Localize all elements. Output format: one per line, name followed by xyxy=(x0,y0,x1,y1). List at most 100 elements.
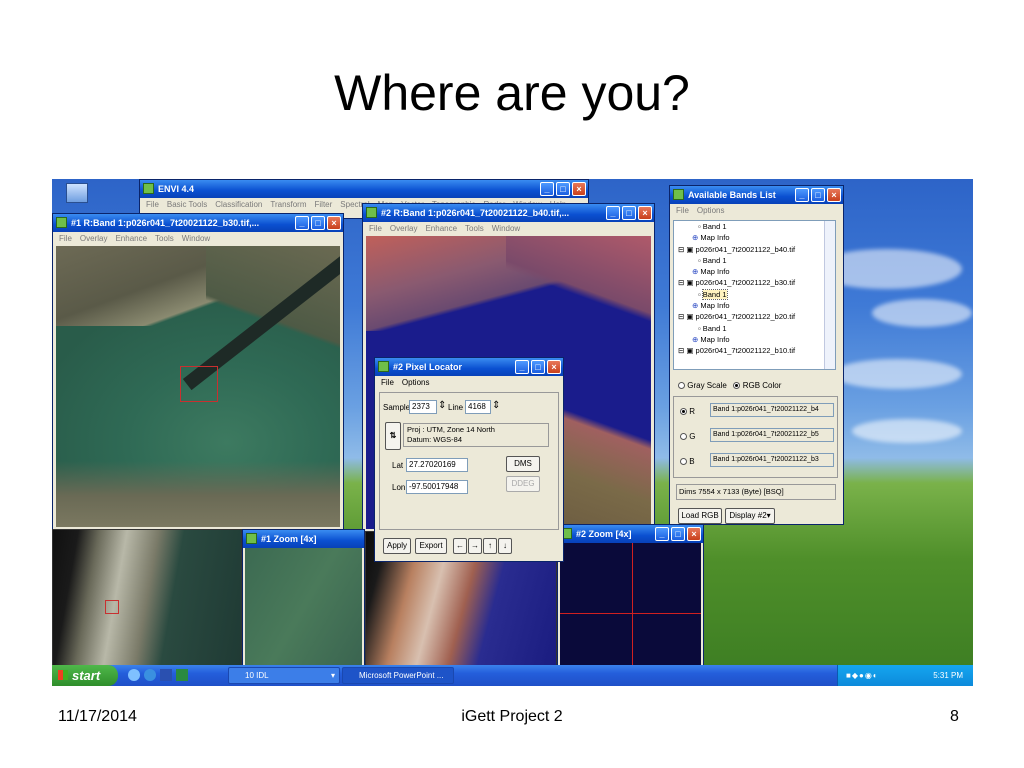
tree-item[interactable]: ▫ Band 1 xyxy=(674,221,835,232)
b-radio[interactable] xyxy=(680,458,687,466)
menu-overlay[interactable]: Overlay xyxy=(390,224,418,233)
menu-overlay[interactable]: Overlay xyxy=(80,234,108,243)
line-input[interactable]: 4168 xyxy=(465,400,491,414)
apply-button[interactable]: Apply xyxy=(383,538,411,554)
menu-file[interactable]: File xyxy=(146,200,159,209)
display2-titlebar[interactable]: #2 R:Band 1:p026r041_7t20021122_b40.tif,… xyxy=(363,204,654,222)
maximize-button[interactable]: □ xyxy=(811,188,825,202)
tree-item-selected[interactable]: ▫ Band 1 xyxy=(674,288,835,300)
zoom2-window[interactable]: #2 Zoom [4x] _ □ × xyxy=(557,524,704,669)
tree-item[interactable]: ⊕ Map Info xyxy=(674,232,835,243)
sample-input[interactable]: 2373 xyxy=(409,400,437,414)
bands-tree[interactable]: ▫ Band 1 ⊕ Map Info ⊟ ▣ p026r041_7t20021… xyxy=(673,220,836,370)
zoom1-titlebar[interactable]: #1 Zoom [4x] xyxy=(243,530,364,548)
scroll-image[interactable] xyxy=(53,530,241,668)
start-button[interactable]: start xyxy=(52,665,118,686)
menu-basic-tools[interactable]: Basic Tools xyxy=(167,200,207,209)
tree-item[interactable]: ⊕ Map Info xyxy=(674,300,835,311)
minimize-button[interactable]: _ xyxy=(606,206,620,220)
menu-enhance[interactable]: Enhance xyxy=(115,234,147,243)
gray-scale-radio[interactable] xyxy=(678,382,685,390)
close-button[interactable]: × xyxy=(687,527,701,541)
load-rgb-button[interactable]: Load RGB xyxy=(678,508,722,524)
tree-item[interactable]: ▫ Band 1 xyxy=(674,255,835,266)
maximize-button[interactable]: □ xyxy=(556,182,570,196)
tree-item[interactable]: ▫ Band 1 xyxy=(674,323,835,334)
menu-options[interactable]: Options xyxy=(402,378,430,387)
scroll-box[interactable] xyxy=(105,600,119,614)
export-button[interactable]: Export xyxy=(415,538,447,554)
line-spinner-icon[interactable]: ⇕ xyxy=(492,400,500,411)
zoom2-titlebar[interactable]: #2 Zoom [4x] _ □ × xyxy=(558,525,703,543)
minimize-button[interactable]: _ xyxy=(795,188,809,202)
maximize-button[interactable]: □ xyxy=(622,206,636,220)
r-band-field[interactable]: Band 1:p026r041_7t20021122_b4 xyxy=(710,403,834,417)
display1-titlebar[interactable]: #1 R:Band 1:p026r041_7t20021122_b30.tif,… xyxy=(53,214,343,232)
display1-image[interactable] xyxy=(56,246,340,527)
tree-item[interactable]: ⊟ ▣ p026r041_7t20021122_b30.tif xyxy=(674,277,835,288)
b-band-field[interactable]: Band 1:p026r041_7t20021122_b3 xyxy=(710,453,834,467)
display-select[interactable]: Display #2▾ xyxy=(725,508,775,524)
r-radio[interactable] xyxy=(680,408,687,416)
menu-window[interactable]: Window xyxy=(182,234,210,243)
menu-tools[interactable]: Tools xyxy=(465,224,484,233)
minimize-button[interactable]: _ xyxy=(540,182,554,196)
zoom-box[interactable] xyxy=(180,366,218,402)
arrow-left-button[interactable]: ← xyxy=(453,538,467,554)
menu-filter[interactable]: Filter xyxy=(315,200,333,209)
close-button[interactable]: × xyxy=(547,360,561,374)
taskbar-idl-button[interactable]: 10 IDL ▾ xyxy=(228,667,340,684)
bands-list-titlebar[interactable]: Available Bands List _ □ × xyxy=(670,186,843,204)
maximize-button[interactable]: □ xyxy=(311,216,325,230)
tree-item[interactable]: ⊟ ▣ p026r041_7t20021122_b40.tif xyxy=(674,244,835,255)
bands-list-window[interactable]: Available Bands List _ □ × File Options ▫ B… xyxy=(669,185,844,525)
zoom2-image[interactable] xyxy=(560,543,701,666)
close-button[interactable]: × xyxy=(572,182,586,196)
tree-item[interactable]: ⊕ Map Info xyxy=(674,334,835,345)
maximize-button[interactable]: □ xyxy=(531,360,545,374)
display1-window[interactable]: #1 R:Band 1:p026r041_7t20021122_b30.tif,… xyxy=(52,213,344,531)
close-button[interactable]: × xyxy=(827,188,841,202)
maximize-button[interactable]: □ xyxy=(671,527,685,541)
browser-icon[interactable] xyxy=(128,669,140,681)
minimize-button[interactable]: _ xyxy=(655,527,669,541)
arrow-down-button[interactable]: ↓ xyxy=(498,538,512,554)
zoom1-window[interactable]: #1 Zoom [4x] xyxy=(242,529,365,669)
menu-file[interactable]: File xyxy=(59,234,72,243)
menu-options[interactable]: Options xyxy=(697,206,725,215)
menu-enhance[interactable]: Enhance xyxy=(425,224,457,233)
ie-icon[interactable] xyxy=(144,669,156,681)
menu-file[interactable]: File xyxy=(369,224,382,233)
sample-spinner-icon[interactable]: ⇕ xyxy=(438,400,446,411)
menu-file[interactable]: File xyxy=(381,378,394,387)
pixel-locator-window[interactable]: #2 Pixel Locator _ □ × File Options Sample … xyxy=(374,357,564,562)
lat-input[interactable]: 27.27020169 xyxy=(406,458,468,472)
tree-item[interactable]: ⊟ ▣ p026r041_7t20021122_b10.tif xyxy=(674,345,835,356)
lon-input[interactable]: -97.50017948 xyxy=(406,480,468,494)
menu-tools[interactable]: Tools xyxy=(155,234,174,243)
word-icon[interactable] xyxy=(160,669,172,681)
menu-window[interactable]: Window xyxy=(492,224,520,233)
tree-scrollbar[interactable] xyxy=(824,221,835,369)
menu-file[interactable]: File xyxy=(676,206,689,215)
excel-icon[interactable] xyxy=(176,669,188,681)
scroll-window[interactable] xyxy=(52,529,242,669)
close-button[interactable]: × xyxy=(638,206,652,220)
rgb-color-radio[interactable] xyxy=(733,382,741,390)
my-computer-icon[interactable] xyxy=(66,183,88,203)
tray-icons[interactable]: ■◆●◉◐ xyxy=(846,665,879,686)
ddeg-button[interactable]: DDEG xyxy=(506,476,540,492)
menu-transform[interactable]: Transform xyxy=(270,200,306,209)
arrow-up-button[interactable]: ↑ xyxy=(483,538,497,554)
swap-arrows-button[interactable]: ⇅ xyxy=(385,422,401,450)
minimize-button[interactable]: _ xyxy=(295,216,309,230)
g-band-field[interactable]: Band 1:p026r041_7t20021122_b5 xyxy=(710,428,834,442)
tree-item[interactable]: ⊕ Map Info xyxy=(674,266,835,277)
pixel-locator-titlebar[interactable]: #2 Pixel Locator _ □ × xyxy=(375,358,563,376)
close-button[interactable]: × xyxy=(327,216,341,230)
dms-button[interactable]: DMS xyxy=(506,456,540,472)
zoom1-image[interactable] xyxy=(245,548,362,666)
envi-titlebar[interactable]: ENVI 4.4 _ □ × xyxy=(140,180,588,198)
tree-item[interactable]: ⊟ ▣ p026r041_7t20021122_b20.tif xyxy=(674,311,835,322)
g-radio[interactable] xyxy=(680,433,687,441)
